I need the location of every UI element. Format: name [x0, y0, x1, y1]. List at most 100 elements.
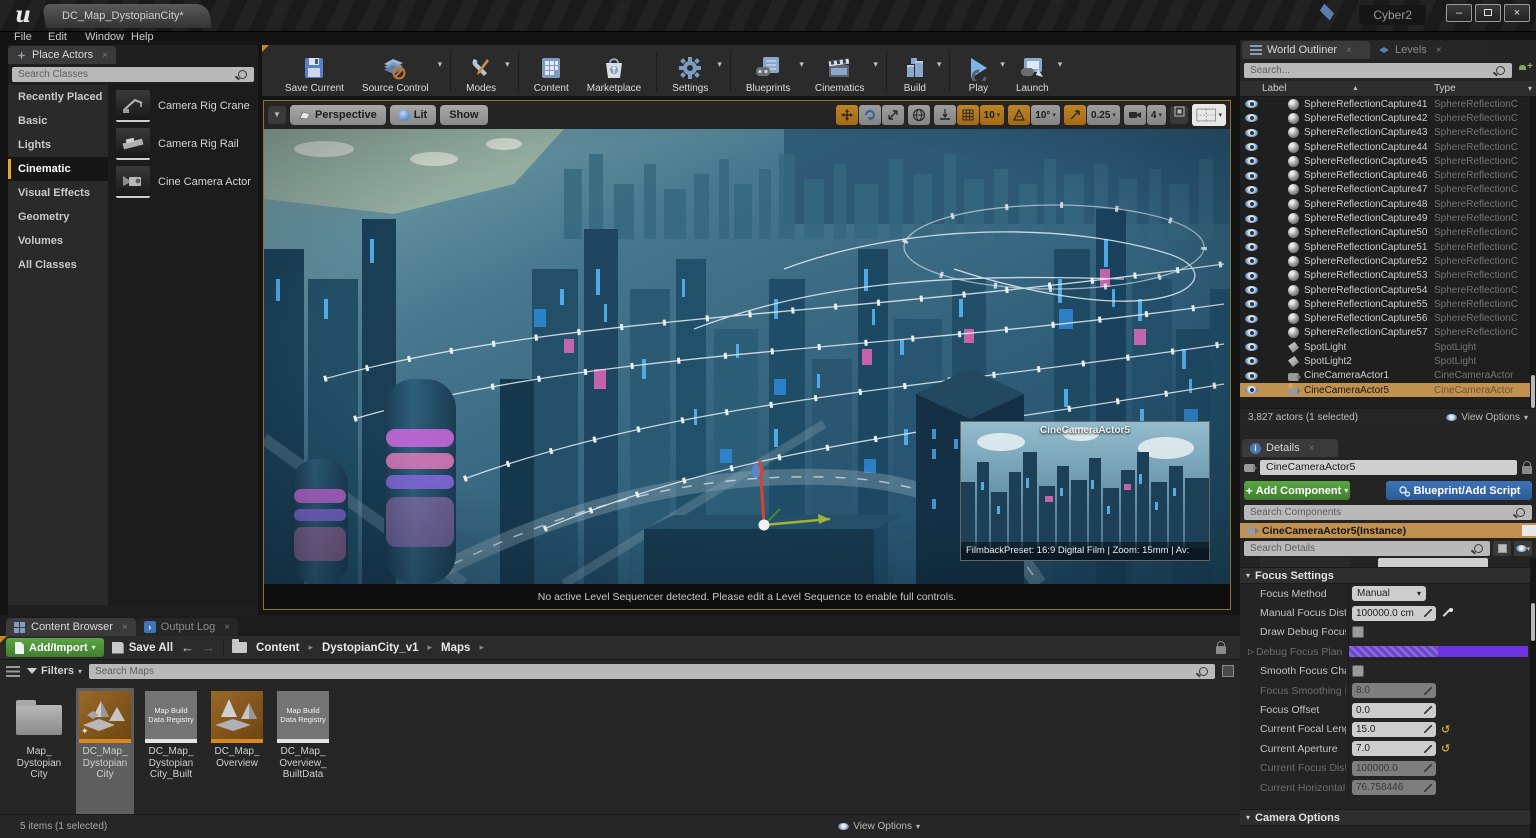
search-components[interactable] — [1244, 505, 1532, 520]
asset-dc-map-dystopiancity[interactable]: ✦ DC_Map_DystopianCity — [76, 688, 134, 834]
drag-handle-icon[interactable] — [1424, 745, 1432, 753]
outliner-row[interactable]: SphereReflectionCapture55 SphereReflecti… — [1240, 297, 1536, 311]
dropdown-arrow-icon[interactable]: ▾ — [1058, 59, 1063, 70]
scale-snap-value[interactable]: 0.25▾ — [1087, 105, 1120, 125]
move-tool-button[interactable] — [836, 105, 858, 125]
camera-speed-button[interactable] — [1124, 105, 1146, 125]
outliner-row[interactable]: SphereReflectionCapture45 SphereReflecti… — [1240, 154, 1536, 168]
outliner-search-input[interactable] — [1244, 65, 1496, 76]
lock-icon[interactable] — [1216, 646, 1226, 654]
asset-dc-map-overview[interactable]: DC_Map_Overview — [208, 688, 266, 834]
eyedropper-icon[interactable] — [1441, 607, 1453, 619]
visibility-eye-icon[interactable] — [1245, 257, 1258, 265]
lit-mode-button[interactable]: Lit — [390, 105, 436, 125]
outliner-search[interactable] — [1244, 63, 1512, 78]
tab-place-actors[interactable]: Place Actors× — [8, 46, 116, 64]
list-item-camera-rig-crane[interactable]: Camera Rig Crane — [108, 87, 258, 125]
expand-arrow-icon[interactable]: ▷ — [1248, 647, 1256, 656]
visibility-eye-icon[interactable] — [1245, 372, 1258, 380]
close-icon[interactable]: × — [1346, 45, 1352, 56]
outliner-row[interactable]: SphereReflectionCapture51 SphereReflecti… — [1240, 240, 1536, 254]
visibility-eye-icon[interactable] — [1245, 386, 1258, 394]
content-button[interactable]: Content — [525, 48, 578, 94]
outliner-row[interactable]: SphereReflectionCapture46 SphereReflecti… — [1240, 168, 1536, 182]
scale-tool-button[interactable] — [882, 105, 904, 125]
lock-icon[interactable] — [1522, 466, 1532, 474]
add-filter-icon[interactable] — [1516, 64, 1532, 77]
menu-file[interactable]: File — [14, 31, 32, 43]
tab-details[interactable]: i Details× — [1242, 439, 1338, 457]
content-search[interactable] — [89, 664, 1215, 679]
menu-help[interactable]: Help — [131, 31, 154, 43]
list-item-camera-rig-rail[interactable]: Camera Rig Rail — [108, 125, 258, 163]
visibility-eye-icon[interactable] — [1245, 329, 1258, 337]
outliner-scrollbar[interactable] — [1530, 97, 1536, 408]
close-icon[interactable]: × — [224, 622, 230, 633]
focus-offset-field[interactable]: 0.0 — [1352, 703, 1436, 718]
visibility-eye-icon[interactable] — [1245, 143, 1258, 151]
visibility-eye-icon[interactable] — [1245, 343, 1258, 351]
maximize-viewport-button[interactable] — [1170, 106, 1188, 124]
column-options-icon[interactable]: ▾ — [1528, 84, 1532, 93]
dropdown-arrow-icon[interactable]: ▾ — [717, 59, 722, 70]
outliner-header[interactable]: Label ▲ Type ▾ — [1240, 81, 1536, 97]
visibility-eye-icon[interactable] — [1245, 315, 1258, 323]
reset-to-default-icon[interactable]: ↺ — [1441, 723, 1450, 736]
search-classes-input[interactable] — [12, 69, 238, 80]
blueprints-button[interactable]: Blueprints — [737, 48, 799, 94]
visibility-eye-icon[interactable] — [1245, 243, 1258, 251]
back-arrow-icon[interactable]: ← — [181, 640, 194, 655]
sidebar-item-all-classes[interactable]: All Classes — [8, 253, 108, 277]
cinematics-button[interactable]: Cinematics — [806, 48, 873, 94]
dropdown-arrow-icon[interactable]: ▾ — [873, 59, 878, 70]
show-button[interactable]: Show — [440, 105, 487, 125]
visibility-eye-icon[interactable] — [1245, 114, 1258, 122]
outliner-row[interactable]: SphereReflectionCapture56 SphereReflecti… — [1240, 311, 1536, 325]
tab-output-log[interactable]: › Output Log× — [136, 618, 238, 636]
drag-handle-icon[interactable] — [1424, 706, 1432, 714]
sidebar-item-volumes[interactable]: Volumes — [8, 229, 108, 253]
current-aperture-field[interactable]: 7.0 — [1352, 741, 1436, 756]
restore-button[interactable] — [1475, 4, 1501, 22]
breadcrumb-content[interactable]: Content — [256, 642, 299, 654]
add-import-button[interactable]: Add/Import▾ — [6, 638, 104, 657]
settings-button[interactable]: Settings — [663, 48, 717, 94]
grid-snap-value[interactable]: 10▾ — [980, 105, 1005, 125]
save-all-button[interactable]: Save All — [112, 642, 173, 654]
modes-button[interactable]: Modes — [457, 48, 505, 94]
visibility-eye-icon[interactable] — [1245, 100, 1258, 108]
viewport-layout-button[interactable]: ▾ — [1192, 104, 1226, 126]
drag-handle-icon[interactable] — [1424, 609, 1432, 617]
minimize-button[interactable]: – — [1446, 4, 1472, 22]
menu-window[interactable]: Window — [85, 31, 124, 43]
visibility-eye-icon[interactable] — [1245, 357, 1258, 365]
viewport-scene[interactable]: CineCameraActor5 FilmbackPreset: 16:9 Di… — [264, 129, 1230, 584]
visibility-eye-icon[interactable] — [1245, 186, 1258, 194]
close-icon[interactable]: × — [1309, 443, 1315, 454]
list-item-cine-camera-actor[interactable]: Cine Camera Actor — [108, 163, 258, 201]
tab-content-browser[interactable]: Content Browser× — [6, 618, 136, 636]
details-scrollbar[interactable] — [1530, 558, 1536, 838]
camera-speed-value[interactable]: 4▾ — [1147, 105, 1166, 125]
property-matrix-button[interactable] — [1493, 541, 1511, 556]
play-button[interactable]: Play — [956, 48, 1000, 94]
dropdown-arrow-icon[interactable]: ▾ — [505, 59, 510, 70]
grid-snap-button[interactable] — [957, 105, 979, 125]
column-label[interactable]: Label — [1240, 83, 1434, 94]
close-icon[interactable]: × — [102, 50, 108, 61]
viewport-options-dropdown[interactable]: ▼ — [268, 106, 286, 124]
visibility-eye-icon[interactable] — [1245, 286, 1258, 294]
outliner-row[interactable]: SphereReflectionCapture43 SphereReflecti… — [1240, 126, 1536, 140]
manual-focus-distance-field[interactable]: 100000.0 cm — [1352, 606, 1436, 621]
column-type[interactable]: Type — [1434, 83, 1536, 94]
close-icon[interactable]: × — [1436, 45, 1442, 56]
tutorial-cap-icon[interactable] — [1318, 8, 1336, 20]
actor-name-field[interactable]: CineCameraActor5 — [1260, 460, 1517, 475]
outliner-row[interactable]: SphereReflectionCapture47 SphereReflecti… — [1240, 183, 1536, 197]
dropdown-arrow-icon[interactable]: ▾ — [1000, 59, 1005, 70]
source-control-button[interactable]: Source Control — [353, 48, 438, 94]
visibility-eye-icon[interactable] — [1245, 200, 1258, 208]
outliner-row[interactable]: SphereReflectionCapture54 SphereReflecti… — [1240, 283, 1536, 297]
perspective-button[interactable]: Perspective — [290, 105, 386, 125]
outliner-row[interactable]: SpotLight SpotLight — [1240, 340, 1536, 354]
